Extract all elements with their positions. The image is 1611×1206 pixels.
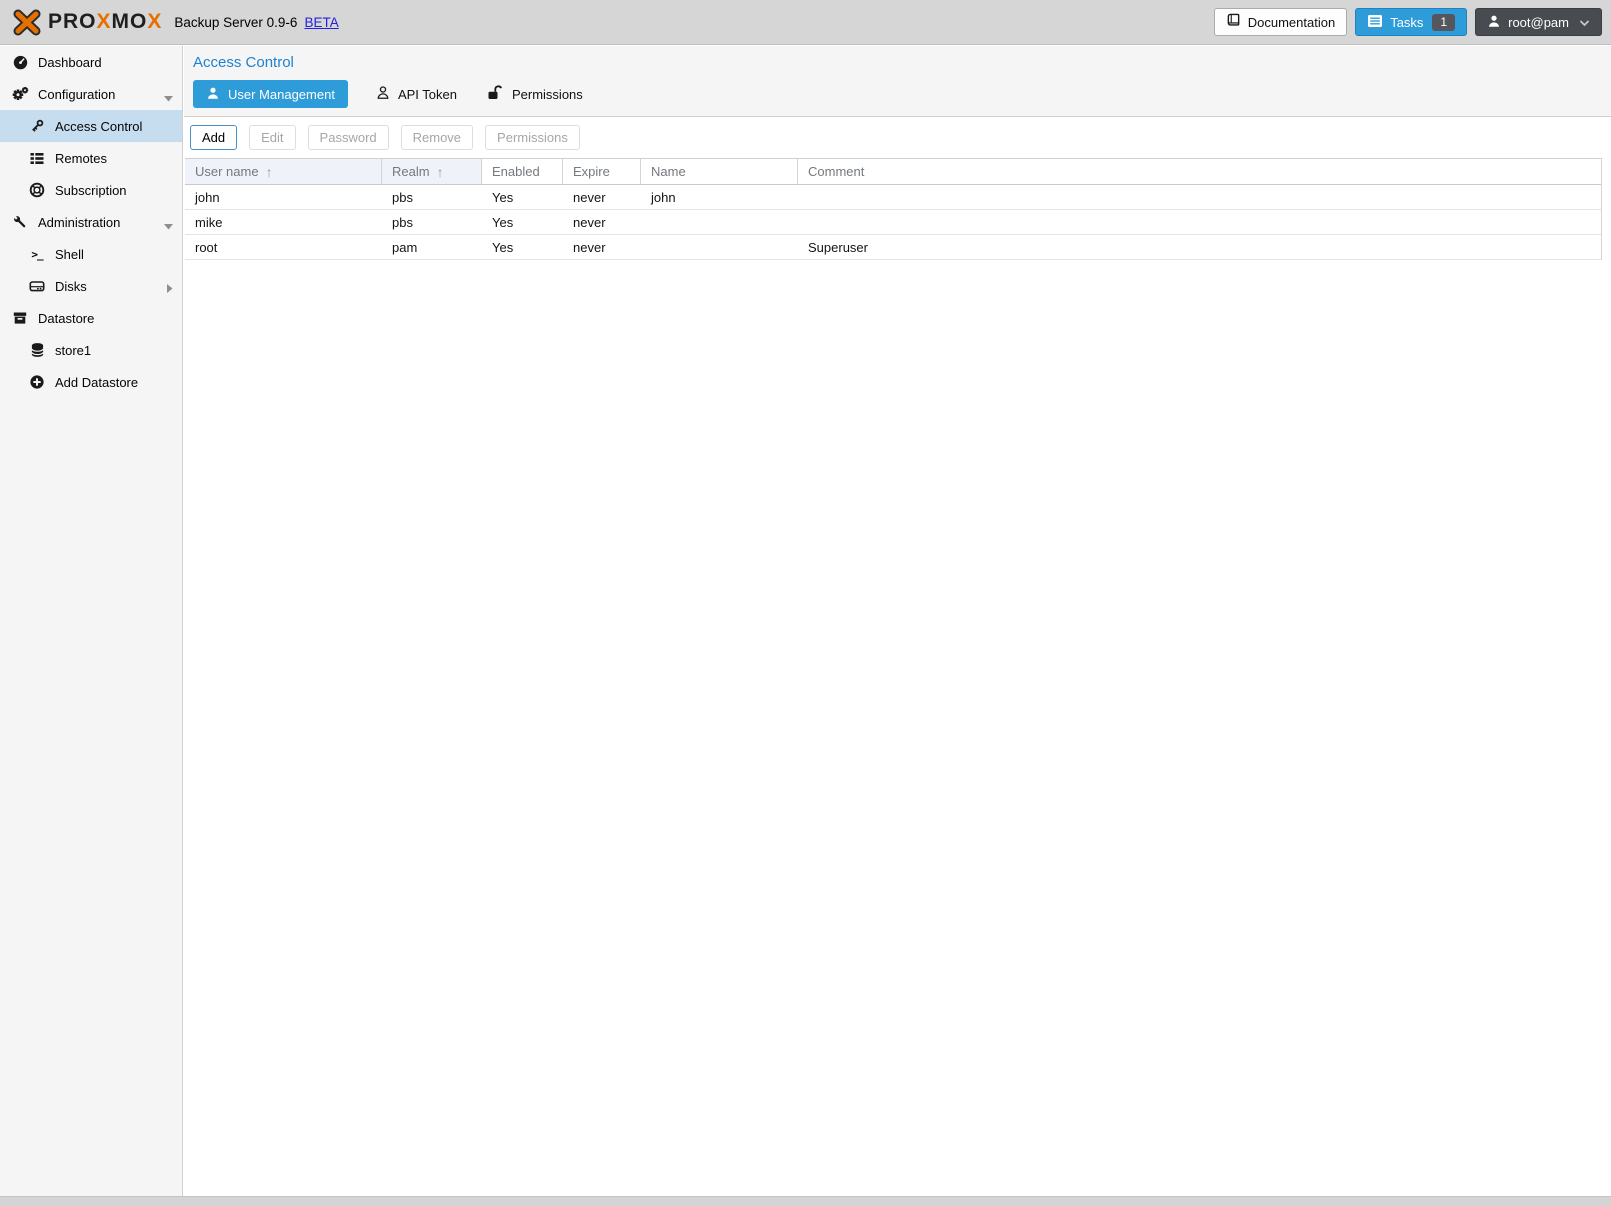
sort-ascending-icon: ↑	[266, 164, 273, 180]
table-row-root[interactable]: root pam Yes never Superuser	[185, 235, 1601, 260]
chevron-right-icon[interactable]	[167, 281, 173, 296]
column-header-user-name[interactable]: User name ↑	[185, 159, 382, 184]
user-icon	[1487, 14, 1501, 31]
remotes-list-icon	[28, 151, 46, 166]
column-header-expire[interactable]: Expire	[563, 159, 641, 184]
permissions-button[interactable]: Permissions	[485, 125, 580, 150]
sidebar-item-datastore[interactable]: Datastore	[0, 302, 182, 334]
add-button[interactable]: Add	[190, 125, 237, 150]
password-button[interactable]: Password	[308, 125, 389, 150]
users-table: User name ↑ Realm ↑ Enabled Expire Name …	[185, 158, 1602, 260]
plus-circle-icon	[28, 374, 46, 390]
sidebar-item-configuration[interactable]: Configuration	[0, 78, 182, 110]
life-ring-icon	[28, 182, 46, 198]
sidebar-item-dashboard[interactable]: Dashboard	[0, 46, 182, 78]
unlock-icon	[487, 85, 504, 103]
sidebar-item-add-datastore[interactable]: Add Datastore	[0, 366, 182, 398]
table-header-row: User name ↑ Realm ↑ Enabled Expire Name …	[185, 159, 1601, 185]
column-header-realm[interactable]: Realm ↑	[382, 159, 482, 184]
chevron-down-icon	[1579, 15, 1590, 30]
tab-bar: User Management API Token	[193, 80, 1611, 108]
user-outline-icon	[376, 85, 390, 103]
edit-button[interactable]: Edit	[249, 125, 295, 150]
table-row-john[interactable]: john pbs Yes never john	[185, 185, 1601, 210]
tab-user-management[interactable]: User Management	[193, 80, 348, 108]
terminal-icon: >_	[28, 248, 46, 261]
beta-link[interactable]: BETA	[304, 15, 338, 30]
proxmox-wordmark: PROXMOX	[48, 10, 162, 34]
sidebar-item-disks[interactable]: Disks	[0, 270, 182, 302]
user-solid-icon	[206, 86, 220, 103]
dashboard-icon	[11, 54, 29, 70]
sidebar-item-subscription[interactable]: Subscription	[0, 174, 182, 206]
sidebar-nav: Dashboard Confi	[0, 46, 183, 1196]
sidebar-item-access-control[interactable]: Access Control	[0, 110, 182, 142]
tab-permissions[interactable]: Permissions	[485, 80, 585, 108]
tab-api-token[interactable]: API Token	[374, 80, 459, 108]
page-title: Access Control	[193, 54, 1611, 71]
proxmox-logo: PROXMOX	[12, 9, 162, 36]
sidebar-item-remotes[interactable]: Remotes	[0, 142, 182, 174]
key-icon	[28, 118, 46, 134]
wrench-icon	[11, 214, 29, 230]
column-header-comment[interactable]: Comment	[798, 159, 1601, 184]
column-header-name[interactable]: Name	[641, 159, 798, 184]
tasks-button[interactable]: Tasks 1	[1355, 8, 1467, 36]
tasks-count-badge: 1	[1432, 14, 1455, 31]
main-content: Access Control User Management	[184, 46, 1611, 1196]
content-header: Access Control User Management	[184, 46, 1611, 117]
sidebar-item-administration[interactable]: Administration	[0, 206, 182, 238]
column-header-enabled[interactable]: Enabled	[482, 159, 563, 184]
grid-toolbar: Add Edit Password Remove Permissions	[184, 117, 1611, 158]
archive-icon	[11, 310, 29, 326]
bottom-status-strip	[0, 1196, 1611, 1206]
gears-icon	[11, 86, 29, 102]
sidebar-item-shell[interactable]: >_ Shell	[0, 238, 182, 270]
product-title: Backup Server 0.9-6	[174, 15, 297, 30]
sort-ascending-icon: ↑	[437, 164, 444, 180]
top-header-bar: PROXMOX Backup Server 0.9-6 BETA Documen…	[0, 0, 1611, 45]
documentation-button[interactable]: Documentation	[1214, 8, 1347, 36]
task-list-icon	[1367, 14, 1383, 31]
table-row-mike[interactable]: mike pbs Yes never	[185, 210, 1601, 235]
chevron-down-icon[interactable]	[164, 218, 173, 233]
book-icon	[1226, 13, 1241, 31]
sidebar-item-store1[interactable]: store1	[0, 334, 182, 366]
proxmox-x-logo-icon	[12, 9, 42, 36]
remove-button[interactable]: Remove	[401, 125, 473, 150]
user-menu-button[interactable]: root@pam	[1475, 8, 1602, 36]
database-icon	[28, 342, 46, 358]
chevron-down-icon[interactable]	[164, 90, 173, 105]
hdd-icon	[28, 278, 46, 294]
